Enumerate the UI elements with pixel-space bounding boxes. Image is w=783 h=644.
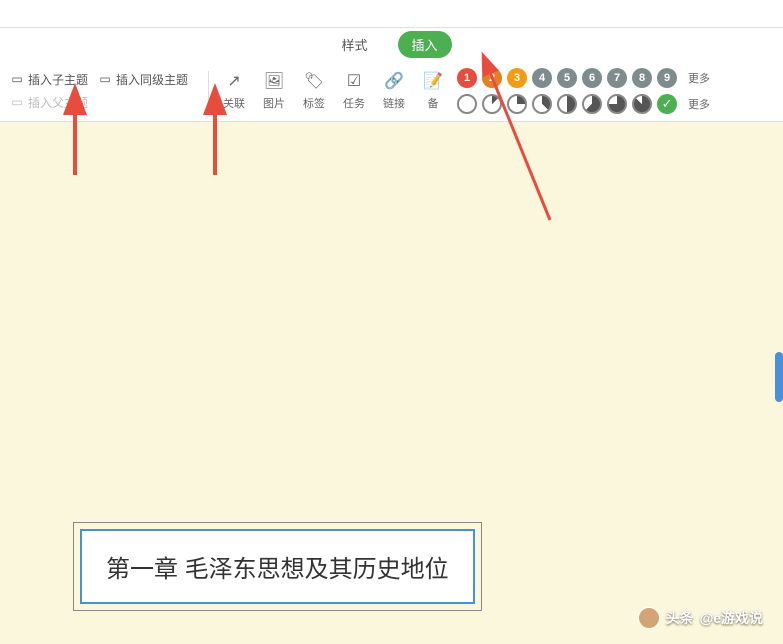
more-markers-link[interactable]: 更多 xyxy=(688,70,710,86)
priority-marker-3[interactable]: 3 xyxy=(507,68,527,88)
image-icon: 🖼 xyxy=(264,71,284,91)
button-label: 插入同级主题 xyxy=(116,71,188,88)
task-icon: ☑ xyxy=(344,71,364,91)
note-button[interactable]: 📝 备 xyxy=(417,69,449,113)
priority-marker-8[interactable]: 8 xyxy=(632,68,652,88)
progress-marker-62.5[interactable] xyxy=(582,94,602,114)
progress-marker-50[interactable] xyxy=(557,94,577,114)
tab-style[interactable]: 样式 xyxy=(331,31,377,58)
toolbar: ▭ 插入子主题 ▭ 插入同级主题 ▭ 插入父主题 ↗ 关联 🖼 图片 🏷 xyxy=(0,60,783,122)
priority-marker-2[interactable]: 2 xyxy=(482,68,502,88)
progress-marker-37.5[interactable] xyxy=(532,94,552,114)
mindmap-canvas[interactable]: 第一章 毛泽东思想及其历史地位 xyxy=(0,122,783,644)
tool-label: 链接 xyxy=(383,95,405,111)
progress-marker-12.5[interactable] xyxy=(482,94,502,114)
window-titlebar xyxy=(0,0,783,28)
progress-marker-25[interactable] xyxy=(507,94,527,114)
link-button[interactable]: 🔗 链接 xyxy=(377,69,411,113)
divider xyxy=(208,71,209,111)
root-topic-node[interactable]: 第一章 毛泽东思想及其历史地位 xyxy=(80,529,475,604)
priority-marker-1[interactable]: 1 xyxy=(457,68,477,88)
tag-icon: 🏷 xyxy=(304,71,324,91)
priority-marker-7[interactable]: 7 xyxy=(607,68,627,88)
watermark-prefix: 头条 xyxy=(666,608,694,628)
relation-icon: ↗ xyxy=(224,71,244,91)
parent-icon: ▭ xyxy=(10,95,24,109)
tag-button[interactable]: 🏷 标签 xyxy=(297,69,331,113)
watermark: 头条 @e游戏说 xyxy=(638,607,763,629)
image-button[interactable]: 🖼 图片 xyxy=(257,69,291,113)
priority-marker-4[interactable]: 4 xyxy=(532,68,552,88)
note-icon: 📝 xyxy=(423,71,443,91)
watermark-handle: @e游戏说 xyxy=(700,608,763,628)
relation-button[interactable]: ↗ 关联 xyxy=(217,69,251,113)
tool-label: 关联 xyxy=(223,95,245,111)
progress-marker-75[interactable] xyxy=(607,94,627,114)
priority-marker-6[interactable]: 6 xyxy=(582,68,602,88)
tool-label: 标签 xyxy=(303,95,325,111)
tool-label: 备 xyxy=(428,95,439,111)
marker-group: 123456789 更多 ✓ 更多 xyxy=(449,68,710,114)
insert-subtopic-button[interactable]: ▭ 插入子主题 xyxy=(10,71,88,88)
scrollbar-thumb[interactable] xyxy=(775,352,783,402)
more-progress-link[interactable]: 更多 xyxy=(688,96,710,112)
task-button[interactable]: ☑ 任务 xyxy=(337,69,371,113)
progress-complete-marker[interactable]: ✓ xyxy=(657,94,677,114)
progress-marker-0[interactable] xyxy=(457,94,477,114)
tool-label: 图片 xyxy=(263,95,285,111)
tab-insert[interactable]: 插入 xyxy=(398,31,452,58)
sibling-icon: ▭ xyxy=(98,72,112,86)
priority-marker-9[interactable]: 9 xyxy=(657,68,677,88)
subtopic-icon: ▭ xyxy=(10,72,24,86)
insert-sibling-button[interactable]: ▭ 插入同级主题 xyxy=(98,71,188,88)
tool-label: 任务 xyxy=(343,95,365,111)
avatar-icon xyxy=(638,607,660,629)
button-label: 插入子主题 xyxy=(28,71,88,88)
link-icon: 🔗 xyxy=(384,71,404,91)
button-label: 插入父主题 xyxy=(28,94,88,111)
insert-parent-button: ▭ 插入父主题 xyxy=(10,94,88,111)
priority-marker-5[interactable]: 5 xyxy=(557,68,577,88)
node-text: 第一章 毛泽东思想及其历史地位 xyxy=(106,556,449,583)
menu-tabs: 样式 插入 xyxy=(0,28,783,60)
progress-marker-87.5[interactable] xyxy=(632,94,652,114)
